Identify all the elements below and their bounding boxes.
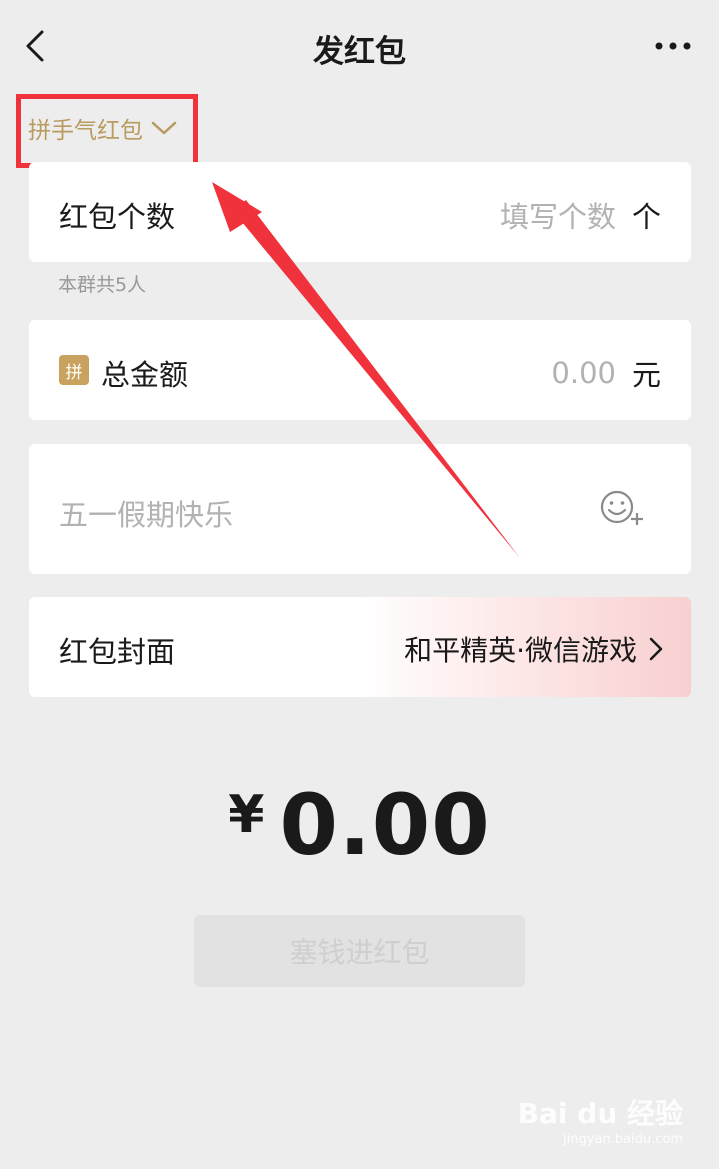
currency-symbol: ¥ <box>228 785 266 845</box>
watermark-sub: jingyan.baidu.com <box>563 1132 683 1147</box>
cover-label: 红包封面 <box>59 635 176 669</box>
pin-badge-icon: 拼 <box>59 355 89 385</box>
nav-bar: 发红包 <box>0 0 719 92</box>
watermark-main: Bai du 经验 <box>517 1097 683 1130</box>
watermark: Bai du 经验 jingyan.baidu.com <box>518 1092 683 1147</box>
total-amount: ¥0.00 <box>0 776 719 874</box>
count-row[interactable]: 红包个数 填写个数 个 <box>29 162 691 262</box>
page-title: 发红包 <box>313 34 406 70</box>
message-row[interactable]: 五一假期快乐 <box>29 444 691 574</box>
amount-label: 总金额 <box>101 358 189 392</box>
emoji-add-icon[interactable] <box>599 489 645 529</box>
more-dots-icon <box>655 42 691 50</box>
annotation-highlight-box <box>16 94 198 168</box>
submit-button[interactable]: 塞钱进红包 <box>194 915 525 987</box>
chevron-right-icon <box>649 637 663 661</box>
group-member-hint: 本群共5人 <box>58 274 147 296</box>
message-input[interactable]: 五一假期快乐 <box>59 492 233 534</box>
amount-unit: 元 <box>631 358 661 392</box>
amount-input[interactable]: 0.00 <box>551 356 616 390</box>
count-label: 红包个数 <box>59 200 176 234</box>
count-input[interactable]: 填写个数 <box>500 194 616 236</box>
amount-row[interactable]: 拼 总金额 0.00 元 <box>29 320 691 420</box>
more-button[interactable] <box>655 38 691 54</box>
cover-row[interactable]: 红包封面 和平精英·微信游戏 <box>29 597 691 697</box>
total-value: 0.00 <box>279 776 491 874</box>
count-unit: 个 <box>631 200 661 234</box>
cover-value: 和平精英·微信游戏 <box>404 634 637 667</box>
